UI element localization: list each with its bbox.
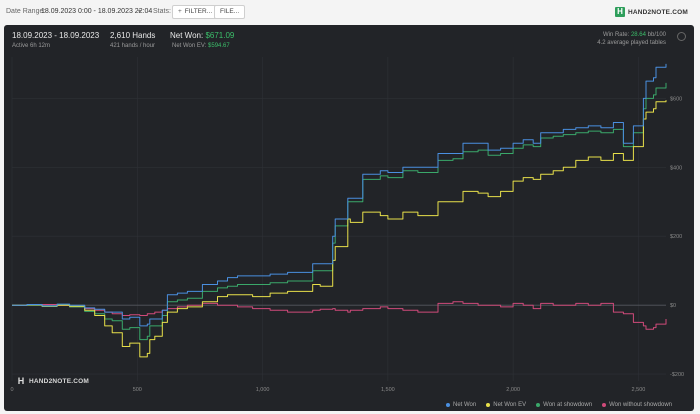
legend-label: Net Won EV xyxy=(493,402,527,408)
y-tick-label: $200 xyxy=(670,234,682,240)
graph-panel: 0 500 1,000 1,500 2,000 2,500 -$200 $0 $200 $400 $… xyxy=(4,25,694,411)
toolbar: Date Range: 18.09.2023 0:00 - 18.09.2023… xyxy=(0,0,700,25)
win-rate-label: Win Rate: xyxy=(602,32,630,38)
win-rate: Win Rate: 28.64 bb/100 xyxy=(603,32,666,38)
logo-text: HAND2NOTE.COM xyxy=(627,8,688,16)
filter-button[interactable]: + FILTER... xyxy=(172,5,219,19)
watermark-text: HAND2NOTE.COM xyxy=(29,377,90,385)
legend-dot-net-won xyxy=(446,403,450,407)
y-tick-label: $0 xyxy=(670,303,676,309)
avg-tables: 4.2 average played tables xyxy=(597,40,666,46)
date-range-label: Date Range: xyxy=(6,8,46,15)
x-tick-label: 2,000 xyxy=(506,387,520,393)
legend-dot-net-won-ev xyxy=(486,403,491,407)
net-won-ev-label: Net Won EV: xyxy=(172,43,207,49)
net-won-label: Net Won: xyxy=(170,31,204,40)
legend-item-net-won[interactable]: Net Won xyxy=(446,402,476,408)
logo-icon: H xyxy=(614,7,625,17)
brand-logo: H HAND2NOTE.COM xyxy=(614,6,688,18)
win-rate-unit: bb/100 xyxy=(647,32,666,38)
legend-dot-won-without-showdown xyxy=(602,403,607,407)
file-button[interactable]: FILE... xyxy=(214,5,246,19)
net-won-summary: Net Won: $671.09 xyxy=(170,31,234,40)
series-line-won-showdown xyxy=(12,82,667,341)
x-tick-label: 1,500 xyxy=(381,387,395,393)
chart-legend: Net Won Net Won EV Won at showdown Won w… xyxy=(446,402,672,408)
stats-label: Stats: xyxy=(153,8,171,15)
net-won-value: $671.09 xyxy=(205,31,235,40)
chevron-down-icon[interactable]: ▾ xyxy=(138,8,141,15)
series-line-net-won-ev xyxy=(12,100,667,358)
summary-hands: 2,610 Hands xyxy=(110,31,156,40)
watermark: H HAND2NOTE.COM xyxy=(16,376,89,386)
legend-label: Net Won xyxy=(453,402,477,408)
series-line-net-won xyxy=(12,63,667,327)
settings-icon[interactable] xyxy=(677,32,686,41)
x-tick-label: 0 xyxy=(10,387,13,393)
results-chart: 0 500 1,000 1,500 2,000 2,500 -$200 $0 $200 $400 $… xyxy=(10,57,684,393)
legend-item-won-without-showdown[interactable]: Won without showdown xyxy=(602,402,672,408)
win-rate-value: 28.64 xyxy=(630,32,646,38)
series-line-won-without-showdown xyxy=(12,301,667,330)
y-tick-label: -$200 xyxy=(670,372,684,378)
file-button-label: FILE... xyxy=(220,8,240,15)
watermark-logo-icon: H xyxy=(17,376,25,386)
net-won-ev-summary: Net Won EV: $594.67 xyxy=(172,43,230,49)
legend-dot-won-showdown xyxy=(536,403,541,407)
legend-item-won-showdown[interactable]: Won at showdown xyxy=(536,402,592,408)
legend-item-net-won-ev[interactable]: Net Won EV xyxy=(486,402,526,408)
x-tick-label: 2,500 xyxy=(632,387,646,393)
date-range-select[interactable]: 18.09.2023 0:00 - 18.09.2023 22:04 xyxy=(41,8,152,15)
legend-label: Won without showdown xyxy=(609,402,672,408)
y-tick-label: $400 xyxy=(670,165,682,171)
summary-active: Active 6h 12m xyxy=(12,43,51,49)
legend-label: Won at showdown xyxy=(543,402,593,408)
y-tick-label: $600 xyxy=(670,96,682,102)
net-won-ev-value: $594.67 xyxy=(208,43,230,49)
x-tick-label: 1,000 xyxy=(256,387,270,393)
x-tick-label: 500 xyxy=(133,387,142,393)
summary-date: 18.09.2023 - 18.09.2023 xyxy=(12,31,100,40)
plus-icon: + xyxy=(178,8,182,15)
filter-button-label: FILTER... xyxy=(184,8,213,15)
summary-hands-per-hour: 421 hands / hour xyxy=(110,43,156,49)
